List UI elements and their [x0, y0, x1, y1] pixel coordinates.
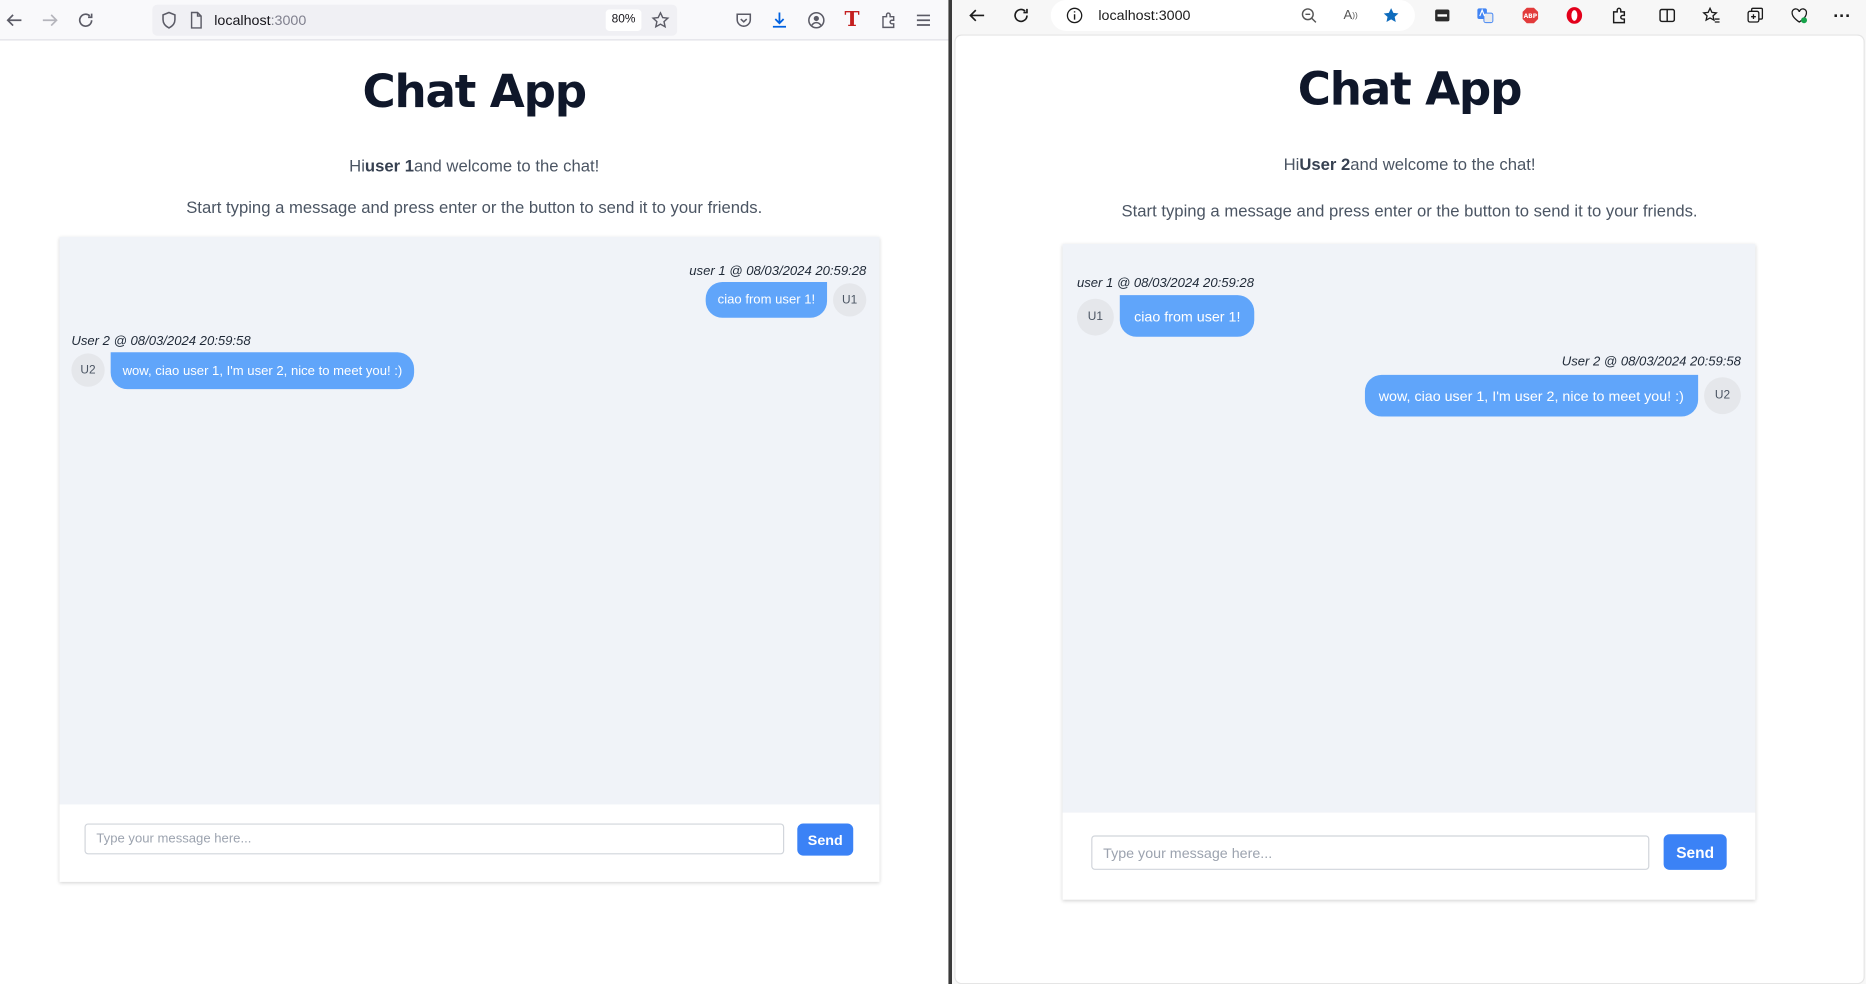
- reload-icon[interactable]: [73, 7, 99, 33]
- message-bubble: ciao from user 1!: [705, 282, 828, 318]
- username: user 1: [364, 155, 415, 175]
- collections-icon[interactable]: [1742, 2, 1768, 28]
- messages-area[interactable]: user 1 @ 08/03/2024 20:59:28 U1 ciao fro…: [59, 236, 880, 805]
- download-icon[interactable]: [766, 7, 792, 33]
- greeting-prefix: Hi: [1283, 154, 1300, 174]
- intro-text: Start typing a message and press enter o…: [186, 197, 763, 217]
- pocket-icon[interactable]: [731, 7, 757, 33]
- message-meta: User 2 @ 08/03/2024 20:59:58: [1561, 354, 1741, 369]
- account-icon[interactable]: [803, 7, 829, 33]
- right-content-frame: Chat App HiUser 2and welcome to the chat…: [954, 34, 1865, 984]
- input-row: Send: [1062, 812, 1756, 900]
- message-input[interactable]: [1091, 835, 1650, 870]
- url-port: :3000: [270, 11, 307, 29]
- left-url-bar[interactable]: localhost:3000 80%: [152, 4, 678, 36]
- opera-icon[interactable]: [1561, 2, 1587, 28]
- more-icon[interactable]: ···: [1829, 2, 1855, 28]
- greeting-suffix: and welcome to the chat!: [414, 155, 600, 175]
- right-browser-toolbar: localhost:3000 A)) ABP ···: [952, 0, 1866, 34]
- extensions-icon[interactable]: [876, 7, 902, 33]
- adblock-icon[interactable]: ABP: [1517, 2, 1543, 28]
- greeting-prefix: Hi: [349, 155, 365, 175]
- avatar: U1: [1076, 298, 1114, 336]
- reader-t-icon[interactable]: T: [839, 7, 865, 33]
- svg-text:ABP: ABP: [1524, 13, 1538, 20]
- info-icon[interactable]: [1061, 2, 1087, 28]
- back-icon[interactable]: [1, 7, 27, 33]
- back-icon[interactable]: [964, 2, 990, 28]
- chat-card: user 1 @ 08/03/2024 20:59:28 U1 ciao fro…: [1062, 243, 1756, 900]
- right-url-text[interactable]: localhost:3000: [1098, 7, 1190, 24]
- favorites-icon[interactable]: [1698, 2, 1724, 28]
- messages-area[interactable]: user 1 @ 08/03/2024 20:59:28 U1 ciao fro…: [1062, 243, 1756, 813]
- page-title: Chat App: [1297, 63, 1523, 116]
- chat-card: user 1 @ 08/03/2024 20:59:28 U1 ciao fro…: [59, 236, 880, 882]
- message-input[interactable]: [84, 823, 785, 855]
- page-title: Chat App: [362, 65, 587, 118]
- left-browser-window: localhost:3000 80% T Chat App Hiuser 1an…: [0, 0, 949, 984]
- zoom-level-badge[interactable]: 80%: [605, 9, 642, 31]
- avatar: U2: [1704, 377, 1741, 415]
- message-bubble: ciao from user 1!: [1119, 295, 1255, 337]
- message-meta: user 1 @ 08/03/2024 20:59:28: [689, 264, 867, 279]
- right-browser-window: localhost:3000 A)) ABP ··· Chat App HiUs…: [952, 0, 1866, 984]
- url-host: localhost: [214, 11, 271, 29]
- translate-icon[interactable]: [1472, 2, 1498, 28]
- ext-1-icon[interactable]: [1429, 2, 1455, 28]
- message-meta: user 1 @ 08/03/2024 20:59:28: [1076, 276, 1254, 291]
- extensions-icon[interactable]: [1607, 2, 1633, 28]
- left-chat-page: Chat App Hiuser 1and welcome to the chat…: [0, 41, 949, 984]
- greeting: Hiuser 1and welcome to the chat!: [0, 156, 948, 175]
- reload-icon[interactable]: [1008, 2, 1034, 28]
- input-row: Send: [59, 804, 880, 882]
- avatar: U1: [833, 283, 867, 317]
- split-screen-icon[interactable]: [1654, 2, 1680, 28]
- greeting-suffix: and welcome to the chat!: [1350, 154, 1536, 174]
- message-meta: User 2 @ 08/03/2024 20:59:58: [71, 334, 251, 349]
- avatar: U2: [71, 353, 105, 387]
- message-bubble: wow, ciao user 1, I'm user 2, nice to me…: [110, 352, 415, 390]
- right-url-bar[interactable]: localhost:3000 A)): [1050, 0, 1415, 31]
- intro-text: Start typing a message and press enter o…: [1121, 201, 1698, 221]
- read-aloud-icon[interactable]: A)): [1338, 2, 1364, 28]
- menu-icon[interactable]: [910, 7, 936, 33]
- zoom-out-icon[interactable]: [1296, 2, 1322, 28]
- left-url-text[interactable]: localhost:3000: [214, 12, 306, 29]
- page-icon: [183, 7, 209, 33]
- send-button[interactable]: Send: [1663, 834, 1727, 870]
- left-browser-toolbar: localhost:3000 80% T: [0, 0, 949, 41]
- username: User 2: [1299, 154, 1351, 174]
- send-button[interactable]: Send: [797, 823, 854, 856]
- message-bubble: wow, ciao user 1, I'm user 2, nice to me…: [1364, 374, 1699, 417]
- forward-icon[interactable]: [37, 7, 63, 33]
- favorite-star-icon[interactable]: [1378, 2, 1404, 28]
- health-icon[interactable]: [1786, 2, 1812, 28]
- greeting: HiUser 2and welcome to the chat!: [956, 155, 1864, 174]
- star-icon[interactable]: [647, 7, 673, 33]
- right-chat-page: Chat App HiUser 2and welcome to the chat…: [955, 35, 1864, 983]
- shield-icon[interactable]: [156, 7, 182, 33]
